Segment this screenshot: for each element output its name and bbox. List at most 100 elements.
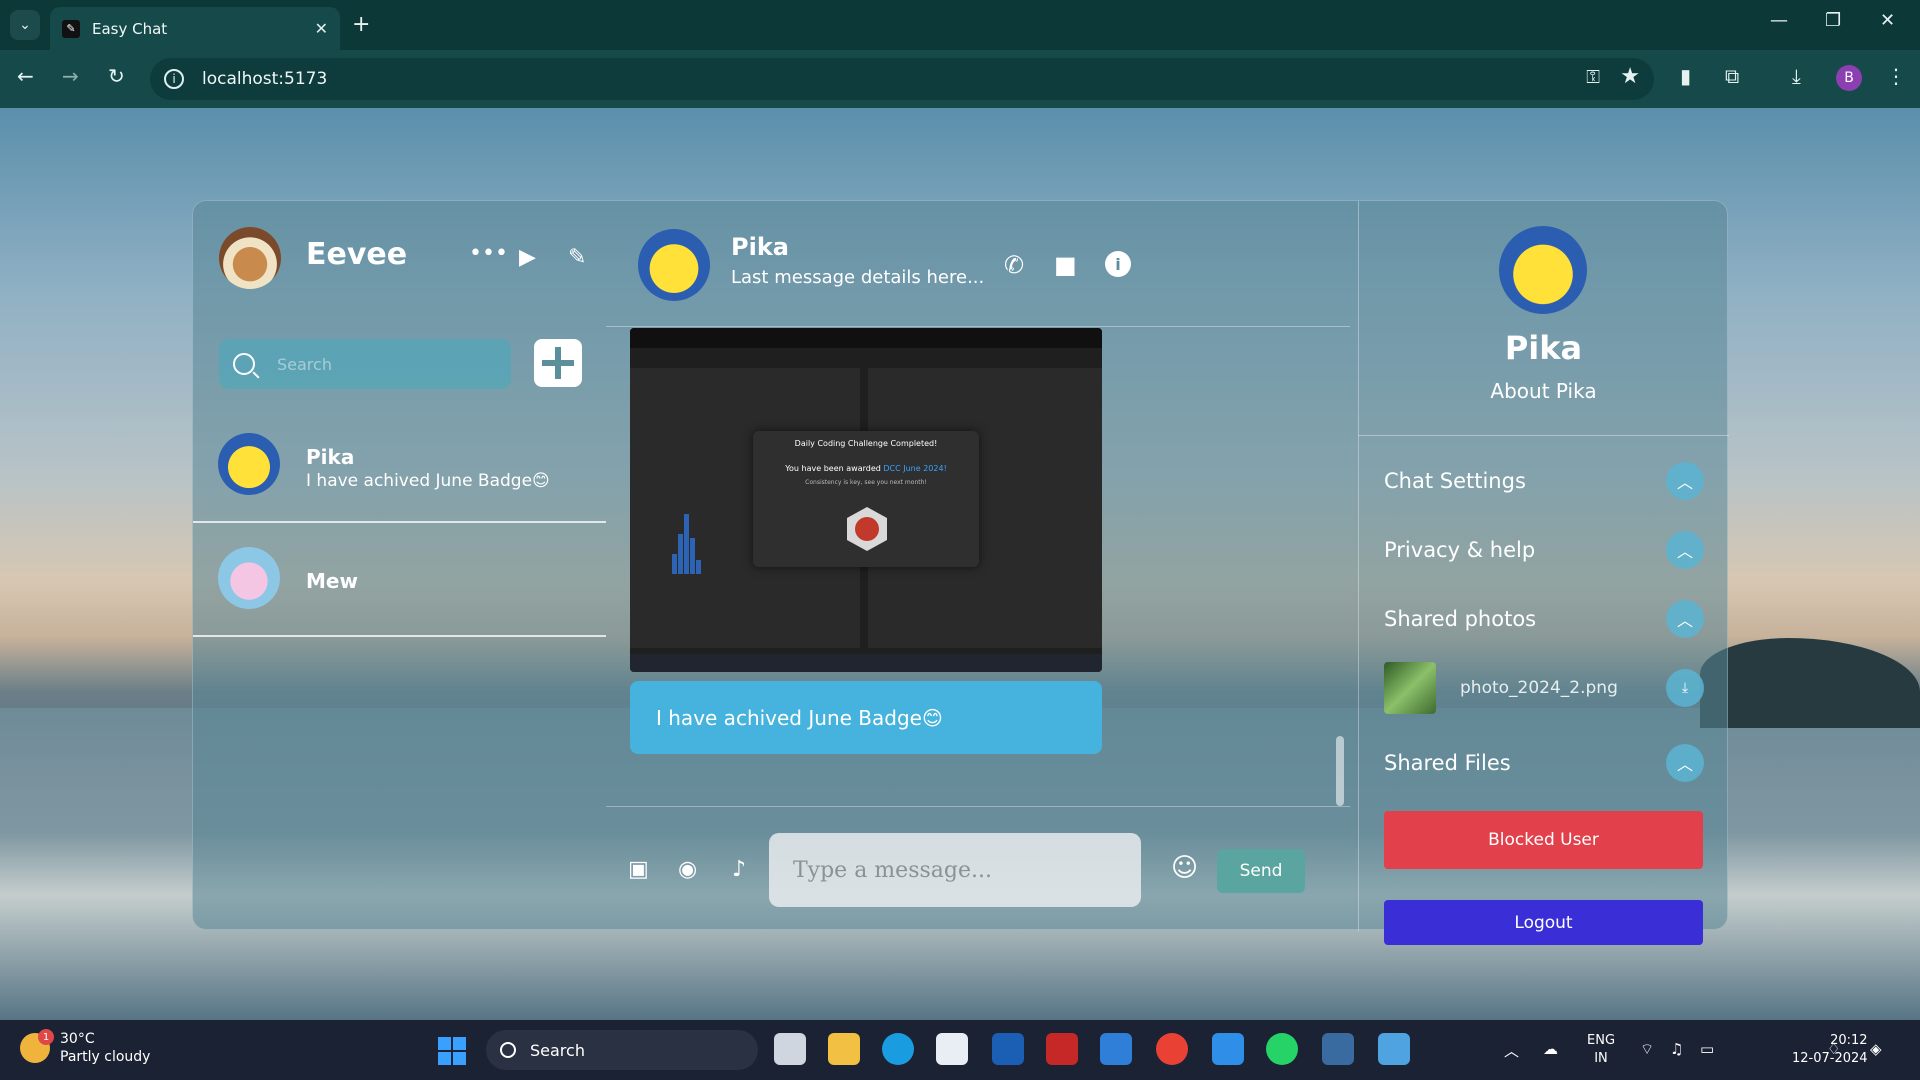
site-info-icon[interactable]: i: [164, 69, 184, 89]
camera-icon[interactable]: ◉: [678, 857, 697, 882]
tray-overflow-icon[interactable]: ︿: [1504, 1040, 1519, 1061]
chrome-icon[interactable]: [1156, 1033, 1188, 1065]
chat-list-item[interactable]: Mew: [193, 525, 606, 637]
shared-photo-item: photo_2024_2.png ⤓: [1384, 662, 1704, 714]
chevron-up-icon[interactable]: ︿: [1666, 600, 1704, 638]
add-user-button[interactable]: [534, 339, 582, 387]
browser-tab-bar: ⌄ ✎ Easy Chat ✕ + — ❐ ✕: [0, 0, 1920, 50]
minimize-icon[interactable]: —: [1770, 10, 1788, 31]
modal-link: DCC June 2024!: [883, 464, 947, 473]
notepad-icon[interactable]: [1378, 1033, 1410, 1065]
chat-list-panel: Eevee ••• ▶ ✎ Pika I have achived June B…: [193, 201, 606, 931]
microphone-icon[interactable]: ♪: [732, 857, 746, 882]
task-view-icon[interactable]: [774, 1033, 806, 1065]
current-user-avatar[interactable]: [219, 227, 281, 289]
onedrive-icon[interactable]: ☁: [1543, 1040, 1558, 1058]
tab-close-icon[interactable]: ✕: [315, 19, 328, 38]
chat-name: Mew: [306, 569, 358, 593]
edge-browser-icon[interactable]: [882, 1033, 914, 1065]
weather-widget[interactable]: 1 30°C Partly cloudy: [20, 1029, 150, 1066]
back-icon[interactable]: ←: [17, 64, 34, 88]
dell-app-icon[interactable]: [992, 1033, 1024, 1065]
notification-bell-icon[interactable]: ♢: [1827, 1040, 1840, 1058]
reading-list-icon[interactable]: ▮: [1680, 64, 1691, 88]
phone-icon[interactable]: ✆: [1004, 251, 1024, 279]
bookmark-star-icon[interactable]: ★: [1620, 64, 1640, 89]
whatsapp-icon[interactable]: [1266, 1033, 1298, 1065]
weather-temperature: 30°C: [60, 1031, 95, 1047]
details-panel: Pika About Pika Chat Settings ︿ Privacy …: [1358, 201, 1729, 945]
chat-last-message: I have achived June Badge😊: [306, 471, 550, 491]
message-input[interactable]: [769, 833, 1141, 907]
taskbar-search[interactable]: Search: [486, 1030, 758, 1070]
window-close-icon[interactable]: ✕: [1880, 10, 1895, 31]
video-call-icon[interactable]: ▶: [519, 245, 536, 270]
image-upload-icon[interactable]: ▣: [628, 857, 649, 882]
chevron-up-icon[interactable]: ︿: [1666, 744, 1704, 782]
reload-icon[interactable]: ↻: [108, 64, 125, 88]
info-icon[interactable]: i: [1105, 251, 1131, 277]
video-call-icon[interactable]: ■: [1054, 251, 1077, 279]
contact-name: Pika: [731, 233, 789, 261]
language-region: IN: [1594, 1051, 1608, 1066]
copilot-icon[interactable]: ◈: [1870, 1040, 1882, 1058]
chat-list-item[interactable]: Pika I have achived June Badge😊: [193, 411, 606, 523]
chevron-up-icon[interactable]: ︿: [1666, 462, 1704, 500]
forward-icon[interactable]: →: [62, 64, 79, 88]
message-image[interactable]: Daily Coding Challenge Completed! You ha…: [630, 328, 1102, 672]
contact-subtitle: Last message details here...: [731, 267, 985, 288]
windows-app-icon[interactable]: [1100, 1033, 1132, 1065]
volume-icon[interactable]: ♫: [1670, 1040, 1683, 1058]
image-award-modal: Daily Coding Challenge Completed! You ha…: [753, 431, 979, 567]
tab-search-dropdown-icon[interactable]: ⌄: [10, 10, 40, 40]
taskbar-search-label: Search: [530, 1040, 585, 1060]
downloads-icon[interactable]: ⤓: [1792, 64, 1801, 88]
award-badge-icon: [847, 507, 887, 551]
search-bar: [219, 339, 511, 389]
os-taskbar: 1 30°C Partly cloudy Search ︿ ☁ ENG IN ⌔…: [0, 1020, 1920, 1080]
new-tab-icon[interactable]: +: [352, 12, 370, 37]
password-key-icon[interactable]: ⚿: [1586, 67, 1600, 88]
modal-text-main: You have been awarded: [785, 464, 881, 473]
chevron-up-icon[interactable]: ︿: [1666, 531, 1704, 569]
search-input[interactable]: [275, 353, 495, 375]
message-bubble: I have achived June Badge😊: [630, 681, 1102, 754]
logout-button[interactable]: Logout: [1384, 900, 1703, 945]
conversation-scrollbar[interactable]: [1336, 736, 1344, 806]
more-options-icon[interactable]: •••: [469, 241, 508, 266]
photo-name: photo_2024_2.png: [1460, 678, 1618, 698]
send-button[interactable]: Send: [1217, 849, 1305, 893]
chat-avatar: [218, 547, 280, 609]
postgres-icon[interactable]: [1322, 1033, 1354, 1065]
microsoft-store-icon[interactable]: [936, 1033, 968, 1065]
photo-thumbnail[interactable]: [1384, 662, 1436, 714]
edit-icon[interactable]: ✎: [568, 245, 586, 270]
option-shared-photos[interactable]: Shared photos ︿: [1384, 599, 1704, 639]
address-bar[interactable]: i localhost:5173 ⚿ ★: [150, 58, 1654, 100]
file-explorer-icon[interactable]: [828, 1033, 860, 1065]
vscode-icon[interactable]: [1212, 1033, 1244, 1065]
restore-icon[interactable]: ❐: [1825, 10, 1841, 31]
tab-title: Easy Chat: [92, 19, 168, 38]
wifi-icon[interactable]: ⌔: [1640, 1040, 1654, 1059]
mcafee-icon[interactable]: [1046, 1033, 1078, 1065]
chat-name: Pika: [306, 445, 355, 469]
browser-menu-icon[interactable]: ⋮: [1886, 64, 1906, 88]
weather-icon: 1: [20, 1029, 54, 1063]
blocked-user-button[interactable]: Blocked User: [1384, 811, 1703, 869]
contact-avatar[interactable]: [638, 229, 710, 301]
details-avatar: [1499, 226, 1587, 314]
weather-badge: 1: [38, 1029, 54, 1045]
profile-avatar[interactable]: B: [1836, 65, 1862, 91]
language-indicator[interactable]: ENG IN: [1587, 1032, 1615, 1068]
option-chat-settings[interactable]: Chat Settings ︿: [1384, 461, 1704, 501]
browser-tab[interactable]: ✎ Easy Chat ✕: [50, 7, 340, 50]
download-icon[interactable]: ⤓: [1666, 669, 1704, 707]
conversation-header: Pika Last message details here... ✆ ■ i: [606, 201, 1350, 327]
option-shared-files[interactable]: Shared Files ︿: [1384, 743, 1704, 783]
emoji-icon[interactable]: ☺: [1171, 853, 1198, 883]
battery-icon[interactable]: ▭: [1700, 1040, 1714, 1058]
start-menu-icon[interactable]: [438, 1037, 466, 1065]
option-privacy-help[interactable]: Privacy & help ︿: [1384, 530, 1704, 570]
extensions-icon[interactable]: ⧉: [1725, 64, 1739, 88]
